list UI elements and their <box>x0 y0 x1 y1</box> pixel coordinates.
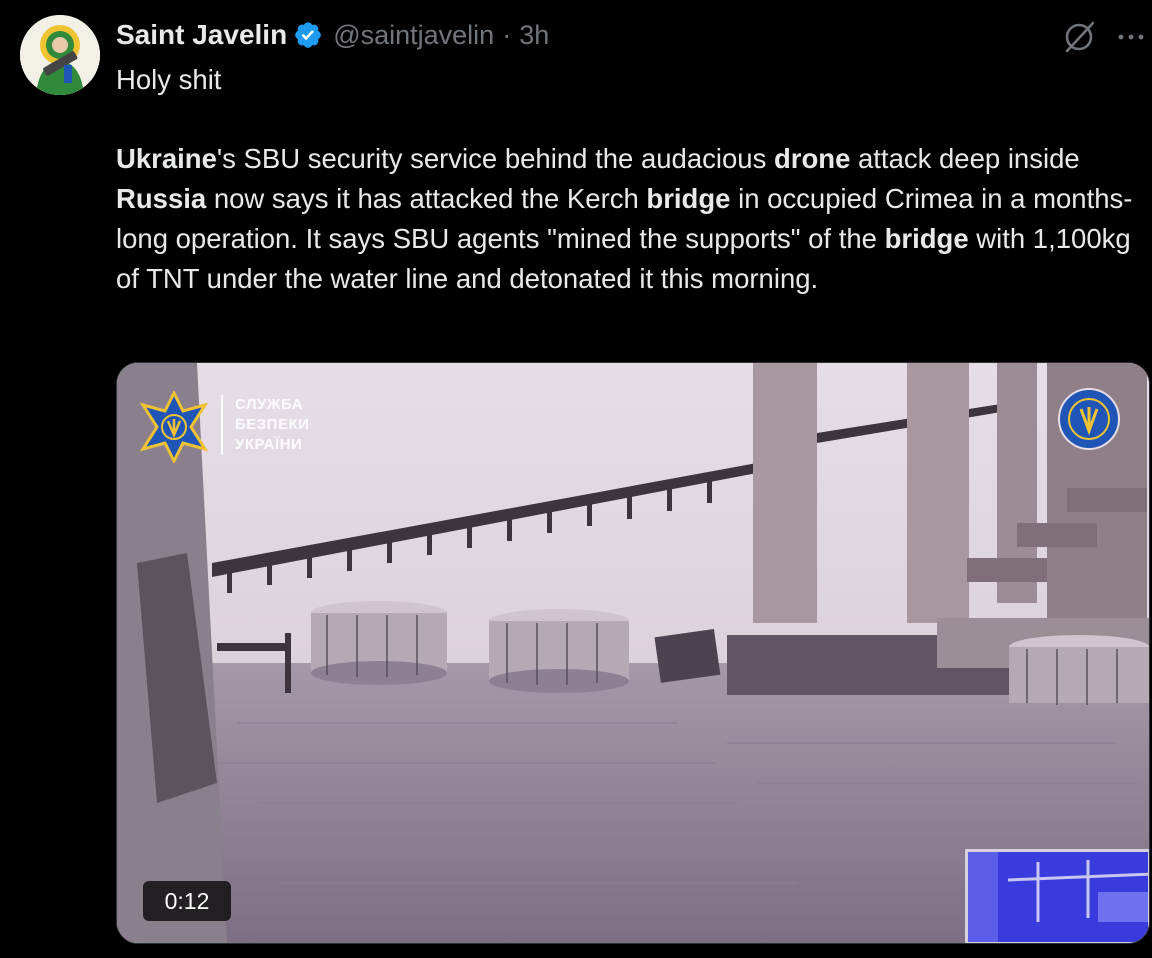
counterintelligence-seal-icon <box>1058 388 1120 450</box>
highlighted-keyword: Ukraine <box>116 143 217 174</box>
grok-icon[interactable] <box>1060 18 1098 56</box>
sbu-watermark-text: СЛУЖБА БЕЗПЕКИ УКРАЇНИ <box>221 395 309 455</box>
sbu-text-line-2: БЕЗПЕКИ <box>235 416 310 433</box>
video-duration: 0:12 <box>143 881 231 921</box>
tweet-body: Ukraine's SBU security service behind th… <box>116 139 1146 299</box>
highlighted-keyword: bridge <box>646 183 731 214</box>
tweet-text-segment: now says it has attacked the Kerch <box>206 183 647 214</box>
header-separator: · <box>502 19 512 50</box>
tweet-line-1: Holy shit <box>116 64 222 95</box>
highlighted-keyword: bridge <box>884 223 969 254</box>
video-player[interactable]: СЛУЖБА БЕЗПЕКИ УКРАЇНИ 0:12 <box>116 362 1150 944</box>
tweet-first-line: Holy shit <box>116 60 1136 100</box>
video-inset-thumbnail <box>965 849 1149 943</box>
author-display-name[interactable]: Saint Javelin <box>116 19 287 51</box>
more-options-icon[interactable] <box>1112 18 1150 56</box>
sbu-text-line-1: СЛУЖБА <box>235 396 303 413</box>
tweet-text-segment: 's SBU security service behind the audac… <box>216 143 774 174</box>
sbu-text-line-3: УКРАЇНИ <box>235 436 303 453</box>
author-avatar[interactable] <box>20 15 100 95</box>
tweet-timestamp[interactable]: 3h <box>519 20 549 51</box>
verified-badge-icon[interactable] <box>293 20 323 50</box>
tweet-header: Saint Javelin @saintjavelin · 3h <box>116 16 549 54</box>
author-handle[interactable]: @saintjavelin <box>333 20 494 51</box>
highlighted-keyword: Russia <box>116 183 207 214</box>
sbu-emblem-icon <box>139 391 209 463</box>
saint-javelin-avatar-icon <box>20 15 100 95</box>
highlighted-keyword: drone <box>773 143 851 174</box>
tweet-text-segment: attack deep inside <box>850 143 1080 174</box>
